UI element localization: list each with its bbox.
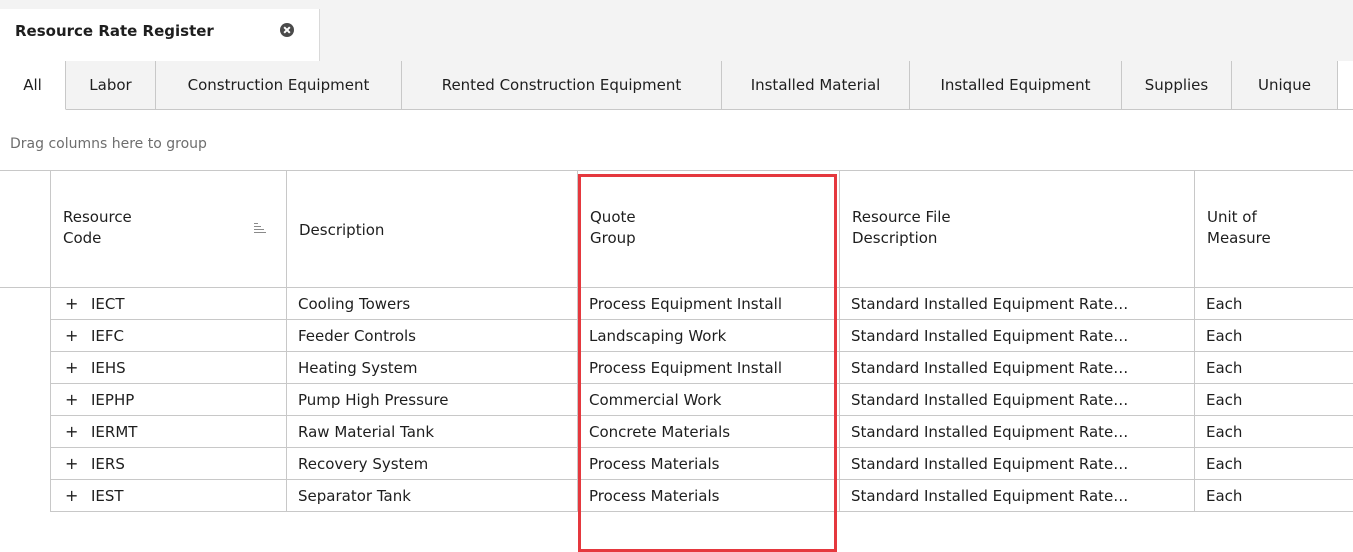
column-header-resource-file-description[interactable]: Resource File Description — [840, 171, 1195, 288]
expand-row-icon[interactable]: + — [62, 416, 81, 447]
table-row[interactable]: + IECT Cooling Towers Process Equipment I… — [0, 288, 1353, 320]
table-row[interactable]: + IEPHP Pump High Pressure Commercial Wor… — [0, 384, 1353, 416]
cell-description[interactable]: Recovery System — [287, 448, 578, 480]
row-indicator — [0, 288, 51, 320]
table-row[interactable]: + IEHS Heating System Process Equipment I… — [0, 352, 1353, 384]
cell-description[interactable]: Raw Material Tank — [287, 416, 578, 448]
header-indicator-cell — [0, 171, 51, 288]
row-indicator — [0, 384, 51, 416]
cell-quote-group[interactable]: Concrete Materials — [578, 416, 840, 448]
cell-description[interactable]: Heating System — [287, 352, 578, 384]
cell-unit-of-measure[interactable]: Each — [1195, 320, 1353, 352]
expand-row-icon[interactable]: + — [62, 480, 81, 511]
tab-all[interactable]: All — [0, 61, 66, 110]
cell-unit-of-measure[interactable]: Each — [1195, 384, 1353, 416]
cell-resource-code[interactable]: + IERMT — [51, 416, 287, 448]
column-header-label: Unit of Measure — [1207, 208, 1271, 247]
cell-unit-of-measure[interactable]: Each — [1195, 352, 1353, 384]
cell-description[interactable]: Pump High Pressure — [287, 384, 578, 416]
cell-description[interactable]: Cooling Towers — [287, 288, 578, 320]
table-row[interactable]: + IERMT Raw Material Tank Concrete Materi… — [0, 416, 1353, 448]
column-header-description[interactable]: Description — [287, 171, 578, 288]
expand-row-icon[interactable]: + — [62, 352, 81, 383]
cell-unit-of-measure[interactable]: Each — [1195, 416, 1353, 448]
cell-quote-group[interactable]: Process Equipment Install — [578, 352, 840, 384]
column-header-label: Description — [299, 221, 385, 239]
cell-quote-group[interactable]: Process Materials — [578, 480, 840, 512]
cell-unit-of-measure[interactable]: Each — [1195, 448, 1353, 480]
expand-row-icon[interactable]: + — [62, 384, 81, 415]
document-tab-resource-rate-register[interactable]: Resource Rate Register — [0, 9, 320, 61]
expand-row-icon[interactable]: + — [62, 288, 81, 319]
cell-resource-code[interactable]: + IEST — [51, 480, 287, 512]
resource-code-value: IEST — [91, 487, 124, 505]
resource-code-value: IEPHP — [91, 391, 135, 409]
tab-labor[interactable]: Labor — [66, 61, 156, 110]
resource-code-value: IERMT — [91, 423, 138, 441]
row-indicator — [0, 352, 51, 384]
column-header-label: Resource File Description — [852, 208, 951, 247]
row-indicator — [0, 480, 51, 512]
expand-row-icon[interactable]: + — [62, 448, 81, 479]
cell-description[interactable]: Separator Tank — [287, 480, 578, 512]
tab-supplies[interactable]: Supplies — [1122, 61, 1232, 110]
cell-resource-file-description[interactable]: Standard Installed Equipment Rate… — [840, 384, 1195, 416]
tab-rented-construction-equipment[interactable]: Rented Construction Equipment — [402, 61, 722, 110]
expand-row-icon[interactable]: + — [62, 320, 81, 351]
cell-quote-group[interactable]: Process Equipment Install — [578, 288, 840, 320]
group-by-drop-area[interactable]: Drag columns here to group — [10, 136, 207, 152]
resource-code-value: IERS — [91, 455, 125, 473]
table-row[interactable]: + IERS Recovery System Process Materials … — [0, 448, 1353, 480]
cell-resource-code[interactable]: + IEFC — [51, 320, 287, 352]
cell-resource-file-description[interactable]: Standard Installed Equipment Rate… — [840, 448, 1195, 480]
category-tab-bar: All Labor Construction Equipment Rented … — [0, 61, 1353, 110]
tab-unique[interactable]: Unique — [1232, 61, 1338, 110]
tab-construction-equipment[interactable]: Construction Equipment — [156, 61, 402, 110]
close-circle-icon[interactable] — [280, 23, 294, 37]
document-tab-title: Resource Rate Register — [15, 22, 214, 40]
document-tab-bar: Resource Rate Register — [0, 0, 1353, 61]
row-indicator — [0, 320, 51, 352]
column-header-quote-group[interactable]: Quote Group — [578, 171, 840, 288]
cell-unit-of-measure[interactable]: Each — [1195, 480, 1353, 512]
cell-quote-group[interactable]: Process Materials — [578, 448, 840, 480]
row-indicator — [0, 448, 51, 480]
cell-resource-file-description[interactable]: Standard Installed Equipment Rate… — [840, 480, 1195, 512]
cell-resource-file-description[interactable]: Standard Installed Equipment Rate… — [840, 352, 1195, 384]
cell-resource-file-description[interactable]: Standard Installed Equipment Rate… — [840, 320, 1195, 352]
cell-resource-code[interactable]: + IEPHP — [51, 384, 287, 416]
resource-code-value: IEHS — [91, 359, 126, 377]
cell-resource-file-description[interactable]: Standard Installed Equipment Rate… — [840, 288, 1195, 320]
table-row[interactable]: + IEST Separator Tank Process Materials S… — [0, 480, 1353, 512]
row-indicator — [0, 416, 51, 448]
tab-installed-material[interactable]: Installed Material — [722, 61, 910, 110]
column-header-resource-code[interactable]: Resource Code — [51, 171, 287, 288]
grid-body: + IECT Cooling Towers Process Equipment I… — [0, 288, 1353, 512]
cell-unit-of-measure[interactable]: Each — [1195, 288, 1353, 320]
column-header-label: Resource Code — [63, 208, 132, 247]
resource-code-value: IECT — [91, 295, 125, 313]
table-row[interactable]: + IEFC Feeder Controls Landscaping Work S… — [0, 320, 1353, 352]
resource-code-value: IEFC — [91, 327, 125, 345]
column-header-label: Quote Group — [590, 208, 636, 247]
sort-ascending-icon[interactable] — [254, 223, 266, 233]
cell-quote-group[interactable]: Commercial Work — [578, 384, 840, 416]
cell-resource-code[interactable]: + IEHS — [51, 352, 287, 384]
cell-resource-code[interactable]: + IERS — [51, 448, 287, 480]
cell-resource-code[interactable]: + IECT — [51, 288, 287, 320]
tab-installed-equipment[interactable]: Installed Equipment — [910, 61, 1122, 110]
grid-header: Resource Code Description Quote Group Re… — [0, 170, 1353, 288]
cell-resource-file-description[interactable]: Standard Installed Equipment Rate… — [840, 416, 1195, 448]
cell-description[interactable]: Feeder Controls — [287, 320, 578, 352]
cell-quote-group[interactable]: Landscaping Work — [578, 320, 840, 352]
column-header-unit-of-measure[interactable]: Unit of Measure — [1195, 171, 1353, 288]
